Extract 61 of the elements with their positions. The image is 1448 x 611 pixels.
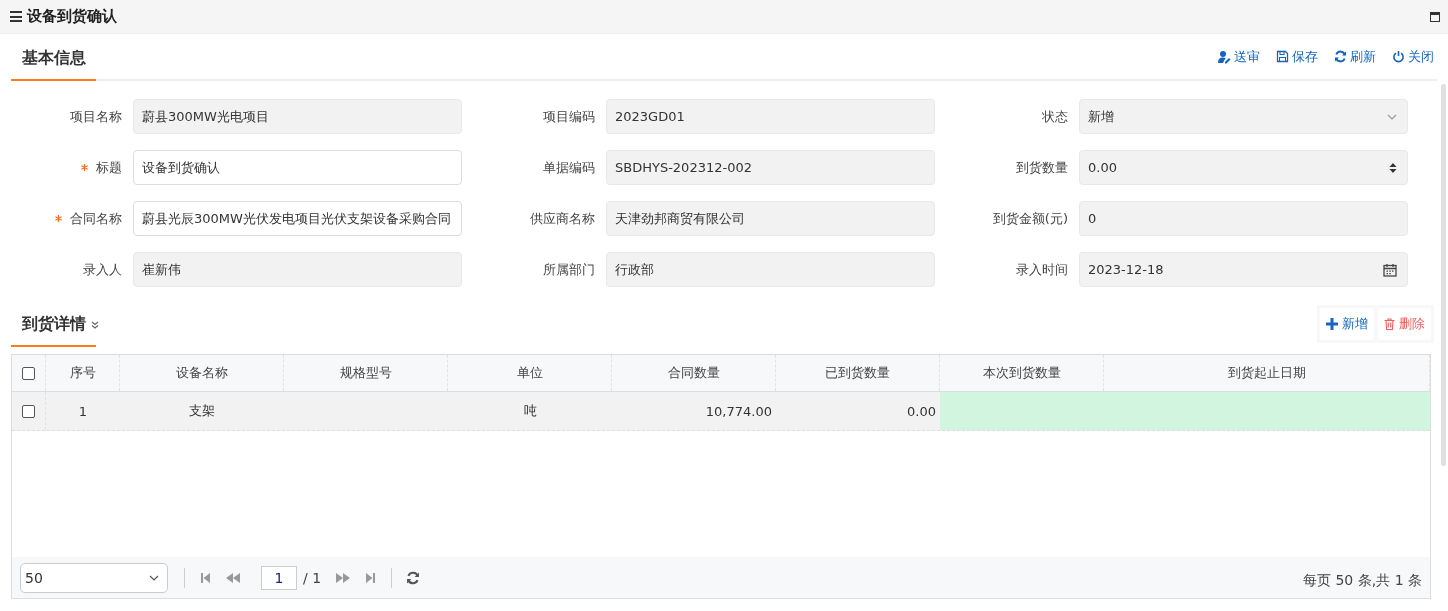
window-title: 设备到货确认 <box>27 7 117 26</box>
first-page-icon[interactable] <box>199 571 211 584</box>
checkbox[interactable] <box>22 404 35 418</box>
chevron-down-icon <box>149 574 159 581</box>
last-page-icon[interactable] <box>365 571 378 584</box>
field-label: 供应商名称 <box>530 209 595 228</box>
column-header: 规格型号 <box>339 364 392 382</box>
table-cell-text: 0.00 <box>906 402 937 421</box>
column-header: 已到货数量 <box>825 364 890 382</box>
save-button[interactable]: 保存 <box>1276 47 1318 66</box>
submit-button[interactable]: 送审 <box>1217 47 1260 66</box>
add-button[interactable]: 新增 <box>1320 308 1374 340</box>
section-tab[interactable]: 到货详情 <box>11 314 96 347</box>
refresh-icon <box>1334 50 1347 63</box>
page-number-field[interactable]: 1 <box>261 565 297 590</box>
table-cell-text: 支架 <box>188 402 216 420</box>
refresh-icon[interactable] <box>406 570 421 585</box>
page-total: / 1 <box>303 569 322 586</box>
field-label: 单据编码 <box>543 158 595 177</box>
page-size-select[interactable]: 50 <box>20 562 168 593</box>
field-label: 录入时间 <box>1016 260 1068 279</box>
field-label: 合同名称 <box>70 209 122 228</box>
editable-cell[interactable] <box>940 392 1104 430</box>
menu-icon[interactable] <box>10 11 22 22</box>
column-header: 到货起止日期 <box>1227 364 1306 382</box>
input-field[interactable]: 蔚县光辰300MW光伏发电项目光伏支架设备采购合同 <box>133 201 462 236</box>
scrollbar[interactable] <box>1441 84 1446 466</box>
field-label: 状态 <box>1042 107 1068 126</box>
field-label: 录入人 <box>83 260 122 279</box>
chevron-down-icon <box>1387 113 1397 120</box>
close-button[interactable]: 关闭 <box>1392 47 1434 66</box>
required-icon <box>81 164 88 171</box>
trash-icon <box>1384 318 1395 330</box>
page-summary: 每页 50 条,共 1 条 <box>1303 572 1422 590</box>
double-chevron-icon[interactable] <box>91 321 99 329</box>
field-label: 项目编码 <box>543 107 595 126</box>
plus-icon <box>1326 318 1338 330</box>
field-label: 到货数量 <box>1016 158 1068 177</box>
maximize-icon[interactable] <box>1430 11 1440 22</box>
table-cell-text: 吨 <box>522 402 538 420</box>
section-tab[interactable]: 基本信息 <box>11 48 96 81</box>
checkbox[interactable] <box>22 366 35 380</box>
previous-page-icon[interactable] <box>225 571 241 584</box>
column-header: 序号 <box>69 364 96 382</box>
editable-cell[interactable] <box>1104 392 1430 430</box>
column-header: 本次到货数量 <box>982 364 1061 382</box>
user-icon <box>1217 49 1231 64</box>
table-cell-text: 1 <box>77 402 89 421</box>
field-label: 标题 <box>96 158 122 177</box>
field-label: 到货金额(元) <box>992 209 1068 228</box>
table-cell-text: 10,774.00 <box>704 402 773 421</box>
column-header: 合同数量 <box>667 364 720 382</box>
refresh-button[interactable]: 刷新 <box>1334 47 1376 66</box>
input-field[interactable]: 设备到货确认 <box>133 150 462 185</box>
field-label: 项目名称 <box>70 107 122 126</box>
field-label: 所属部门 <box>543 260 595 279</box>
power-icon <box>1392 50 1405 63</box>
next-page-icon[interactable] <box>335 571 352 584</box>
required-icon <box>55 215 62 222</box>
column-header: 单位 <box>516 364 543 382</box>
column-header: 设备名称 <box>175 364 228 382</box>
